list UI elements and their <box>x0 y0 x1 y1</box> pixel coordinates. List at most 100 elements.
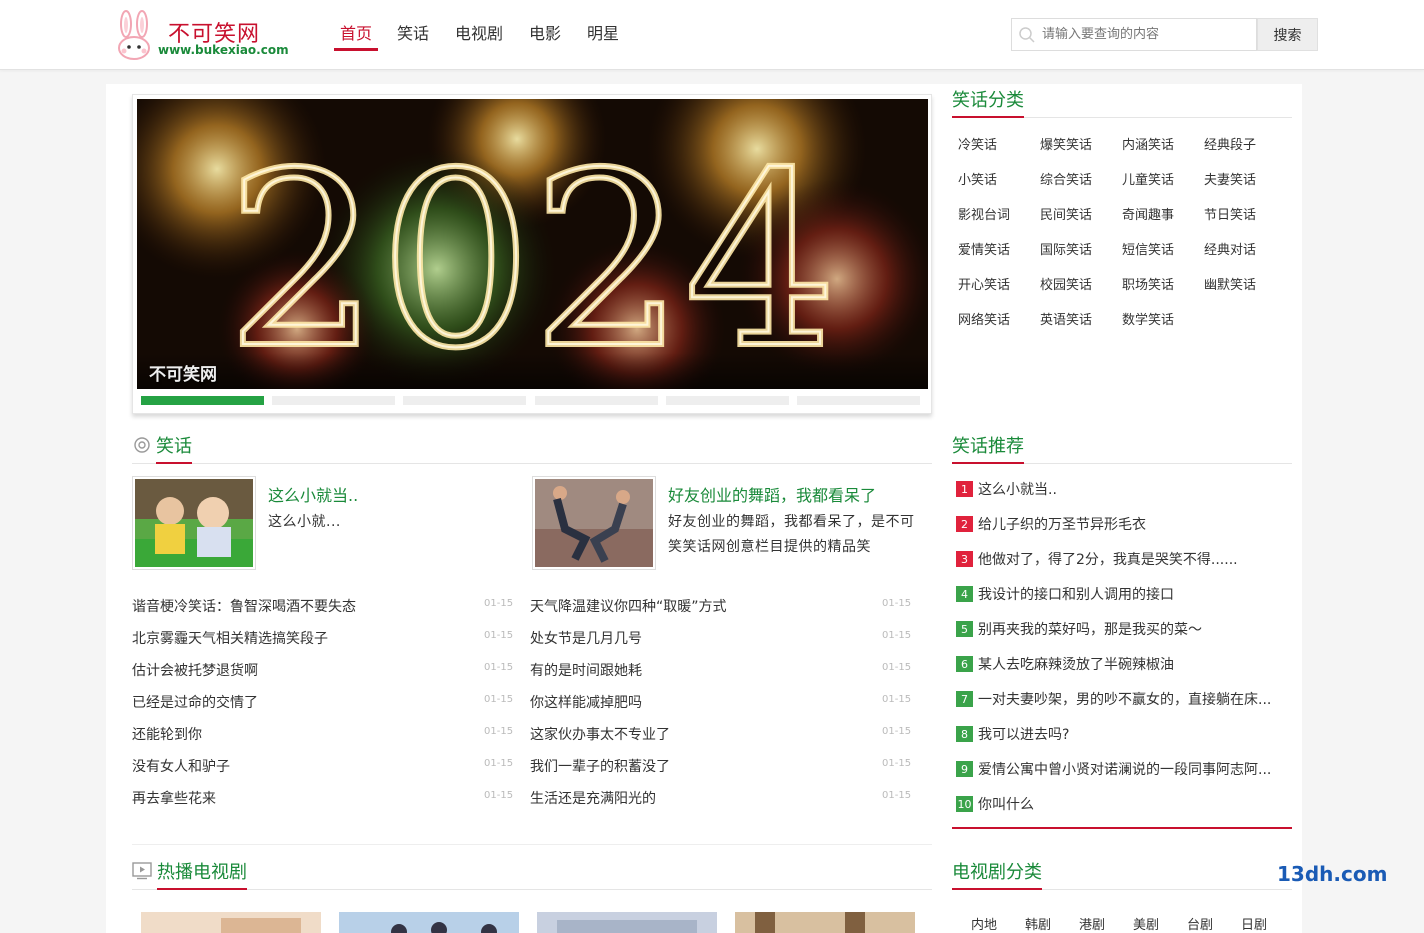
joke-list-date: 01-15 <box>882 662 912 673</box>
recommend-item[interactable]: 2 给儿子织的万圣节异形毛衣 <box>956 514 1296 534</box>
rank-badge: 10 <box>956 796 973 812</box>
joke-category-link[interactable]: 夫妻笑话 <box>1204 169 1256 188</box>
recommend-item[interactable]: 1 这么小就当.. <box>956 479 1296 499</box>
recommend-item[interactable]: 7 一对夫妻吵架，男的吵不赢女的，直接躺在床... <box>956 689 1296 709</box>
site-logo[interactable]: 不可笑网 www.bukexiao.com <box>115 10 289 62</box>
tv-category[interactable]: 日剧 <box>1241 914 1267 933</box>
featured-title[interactable]: 这么小就当.. <box>268 482 358 506</box>
recommend-title[interactable]: 我可以进去吗? <box>978 724 1069 744</box>
joke-list-item[interactable]: 已经是过命的交情了 <box>132 692 258 712</box>
slider-dot[interactable] <box>272 396 395 405</box>
joke-list-date: 01-15 <box>882 790 912 801</box>
featured-thumb[interactable] <box>132 476 256 570</box>
joke-list-item[interactable]: 北京雾霾天气相关精选搞笑段子 <box>132 628 328 648</box>
joke-list-item[interactable]: 还能轮到你 <box>132 724 202 744</box>
joke-list-item[interactable]: 天气降温建议你四种“取暖”方式 <box>530 596 727 616</box>
recommend-item[interactable]: 9 爱情公寓中曾小贤对诺澜说的一段同事阿志阿... <box>956 759 1296 779</box>
nav-tv[interactable]: 电视剧 <box>455 20 503 44</box>
recommend-title[interactable]: 他做对了，得了2分，我真是哭笑不得...... <box>978 549 1238 569</box>
slider-dot[interactable] <box>797 396 920 405</box>
joke-category-link[interactable]: 儿童笑话 <box>1122 169 1174 188</box>
recommend-title[interactable]: 给儿子织的万圣节异形毛衣 <box>978 514 1146 534</box>
nav-home[interactable]: 首页 <box>340 20 372 44</box>
joke-category-link[interactable]: 网络笑话 <box>958 309 1010 328</box>
recommend-title[interactable]: 这么小就当.. <box>978 479 1057 499</box>
joke-list-item[interactable]: 我们一辈子的积蓄没了 <box>530 756 670 776</box>
tv-category[interactable]: 港剧 <box>1079 914 1105 933</box>
recommend-header: 笑话推荐 <box>952 430 1292 464</box>
recommend-title[interactable]: 别再夹我的菜好吗，那是我买的菜～ <box>978 619 1202 639</box>
joke-list-date: 01-15 <box>882 694 912 705</box>
recommend-item[interactable]: 3 他做对了，得了2分，我真是哭笑不得...... <box>956 549 1296 569</box>
tv-category[interactable]: 台剧 <box>1187 914 1213 933</box>
joke-category-link[interactable]: 爆笑笑话 <box>1040 134 1092 153</box>
slider-dot[interactable] <box>141 396 264 405</box>
tv-poster <box>141 912 321 933</box>
tv-thumb[interactable] <box>339 912 519 933</box>
nav-movies[interactable]: 电影 <box>529 20 561 44</box>
joke-category-link[interactable]: 英语笑话 <box>1040 309 1092 328</box>
joke-category-link[interactable]: 爱情笑话 <box>958 239 1010 258</box>
joke-list-item[interactable]: 这家伙办事太不专业了 <box>530 724 670 744</box>
joke-list-item[interactable]: 估计会被托梦退货啊 <box>132 660 258 680</box>
joke-category-link[interactable]: 民间笑话 <box>1040 204 1092 223</box>
rank-badge: 4 <box>956 586 973 602</box>
nav-stars[interactable]: 明星 <box>587 20 619 44</box>
joke-category-link[interactable]: 综合笑话 <box>1040 169 1092 188</box>
joke-category-link[interactable]: 数学笑话 <box>1122 309 1174 328</box>
joke-category-link[interactable]: 节日笑话 <box>1204 204 1256 223</box>
joke-list-item[interactable]: 谐音梗冷笑话：鲁智深喝酒不要失态 <box>132 596 356 616</box>
joke-list-item[interactable]: 处女节是几月几号 <box>530 628 642 648</box>
recommend-item[interactable]: 5 别再夹我的菜好吗，那是我买的菜～ <box>956 619 1296 639</box>
tv-thumb[interactable] <box>537 912 717 933</box>
joke-category-link[interactable]: 经典对话 <box>1204 239 1256 258</box>
joke-list-item[interactable]: 你这样能减掉肥吗 <box>530 692 642 712</box>
joke-category-link[interactable]: 校园笑话 <box>1040 274 1092 293</box>
recommend-title[interactable]: 你叫什么 <box>978 794 1034 814</box>
tv-category[interactable]: 美剧 <box>1133 914 1159 933</box>
rank-badge: 3 <box>956 551 973 567</box>
slider-dot[interactable] <box>666 396 789 405</box>
recommend-title[interactable]: 一对夫妻吵架，男的吵不赢女的，直接躺在床... <box>978 689 1271 709</box>
recommend-item[interactable]: 8 我可以进去吗? <box>956 724 1296 744</box>
search-input[interactable] <box>1042 19 1254 50</box>
search-icon <box>1019 27 1035 43</box>
recommend-bottom-rule <box>952 827 1292 829</box>
tv-category[interactable]: 内地 <box>971 914 997 933</box>
joke-category-link[interactable]: 内涵笑话 <box>1122 134 1174 153</box>
featured-title[interactable]: 好友创业的舞蹈，我都看呆了 <box>668 482 876 506</box>
recommend-item[interactable]: 4 我设计的接口和别人调用的接口 <box>956 584 1296 604</box>
joke-list-item[interactable]: 生活还是充满阳光的 <box>530 788 656 808</box>
tv-thumb[interactable] <box>141 912 321 933</box>
joke-category-link[interactable]: 小笑话 <box>958 169 997 188</box>
recommend-item[interactable]: 10 你叫什么 <box>956 794 1296 814</box>
joke-category-link[interactable]: 冷笑话 <box>958 134 997 153</box>
recommend-title[interactable]: 爱情公寓中曾小贤对诺澜说的一段同事阿志阿... <box>978 759 1271 779</box>
joke-list-item[interactable]: 有的是时间跟她耗 <box>530 660 642 680</box>
joke-category-link[interactable]: 经典段子 <box>1204 134 1256 153</box>
tv-category[interactable]: 韩剧 <box>1025 914 1051 933</box>
joke-category-link[interactable]: 国际笑话 <box>1040 239 1092 258</box>
slider-dot[interactable] <box>535 396 658 405</box>
tv-thumb[interactable] <box>735 912 915 933</box>
search-button[interactable]: 搜索 <box>1257 18 1318 51</box>
joke-list-date: 01-15 <box>882 726 912 737</box>
recommend-title[interactable]: 我设计的接口和别人调用的接口 <box>978 584 1174 604</box>
slider-dot[interactable] <box>403 396 526 405</box>
recommend-title[interactable]: 某人去吃麻辣烫放了半碗辣椒油 <box>978 654 1174 674</box>
recommend-item[interactable]: 6 某人去吃麻辣烫放了半碗辣椒油 <box>956 654 1296 674</box>
joke-list-item[interactable]: 再去拿些花来 <box>132 788 216 808</box>
dance-photo <box>535 479 653 567</box>
hero-slider[interactable]: 2024 2024 不可笑网 <box>132 94 932 414</box>
joke-category-link[interactable]: 影视台词 <box>958 204 1010 223</box>
joke-list-item[interactable]: 没有女人和驴子 <box>132 756 230 776</box>
joke-category-link[interactable]: 奇闻趣事 <box>1122 204 1174 223</box>
featured-thumb[interactable] <box>532 476 656 570</box>
joke-list-date: 01-15 <box>882 598 912 609</box>
joke-category-link[interactable]: 幽默笑话 <box>1204 274 1256 293</box>
nav-jokes[interactable]: 笑话 <box>397 20 429 44</box>
joke-category-link[interactable]: 开心笑话 <box>958 274 1010 293</box>
slide-image[interactable]: 2024 2024 不可笑网 <box>137 99 928 389</box>
joke-category-link[interactable]: 职场笑话 <box>1122 274 1174 293</box>
joke-category-link[interactable]: 短信笑话 <box>1122 239 1174 258</box>
